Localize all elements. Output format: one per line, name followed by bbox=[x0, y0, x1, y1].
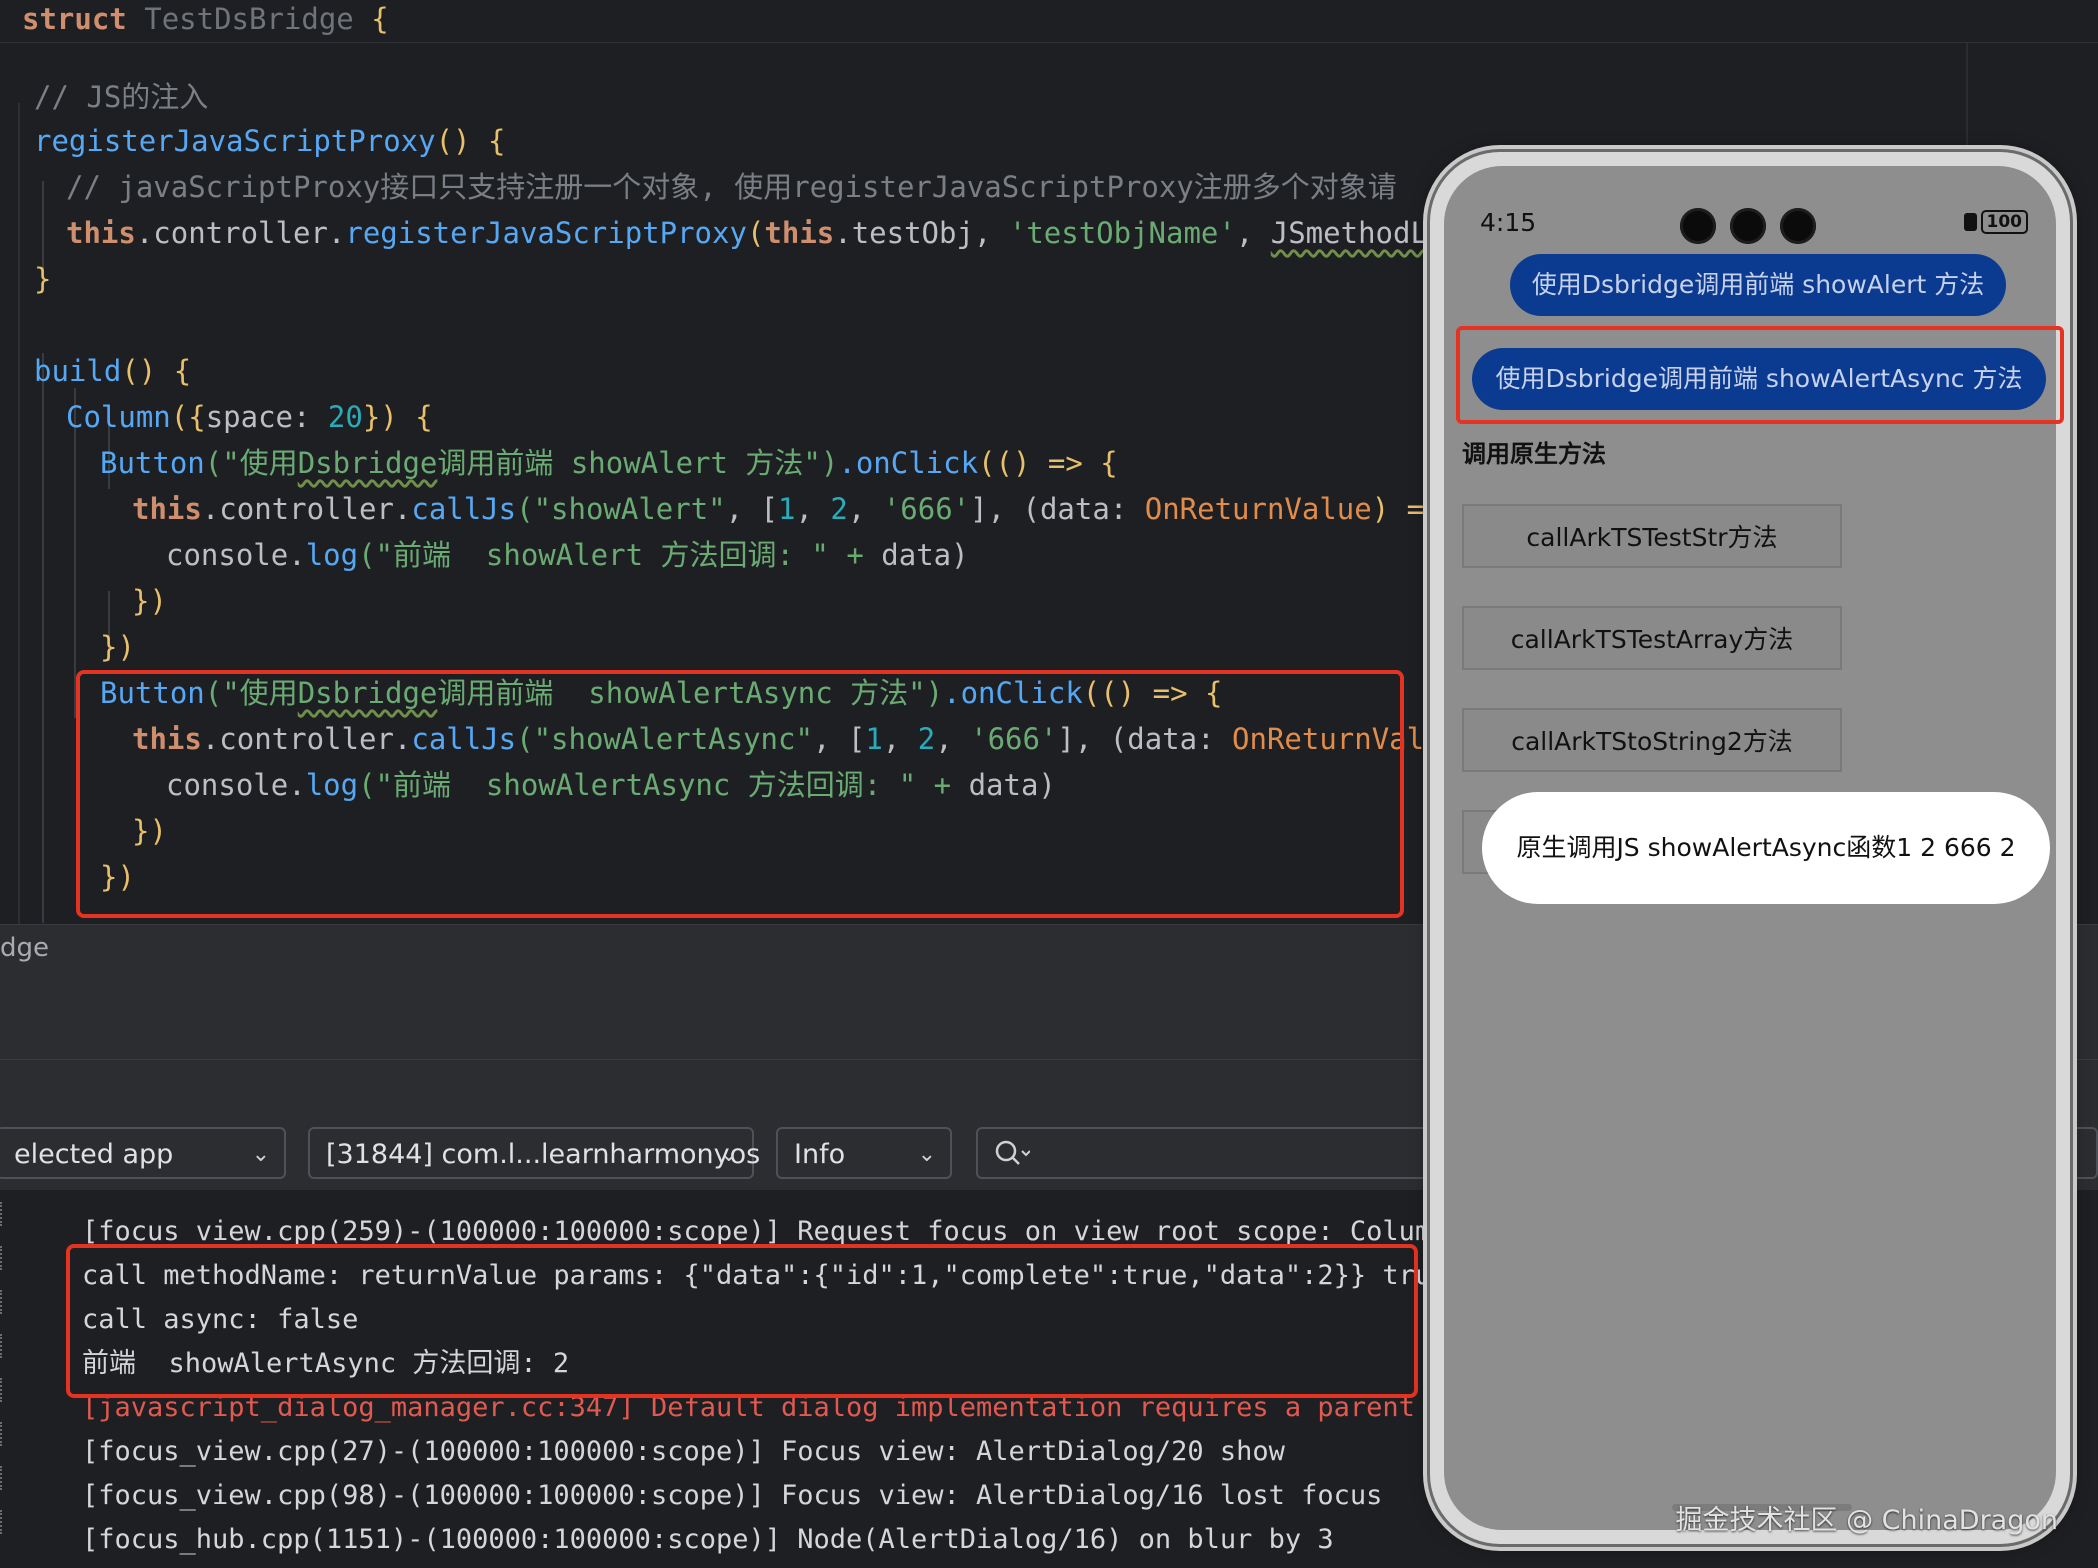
chevron-down-icon: ⌄ bbox=[917, 1142, 936, 1167]
log-line: [focus_view.cpp(98)-(100000:100000:scope… bbox=[82, 1480, 1383, 1511]
breadcrumb-text: dge bbox=[0, 933, 50, 963]
code-line-1: // JS的注入 bbox=[34, 80, 209, 114]
code-highlight-box bbox=[76, 670, 1404, 918]
chevron-down-icon: ⌄ bbox=[251, 1142, 270, 1167]
log-line-marker bbox=[0, 1466, 8, 1490]
camera-icon bbox=[1730, 208, 1766, 244]
code-line-5: } bbox=[34, 262, 52, 296]
show-alert-button[interactable]: 使用Dsbridge调用前端 showAlert 方法 bbox=[1510, 254, 2006, 316]
log-line-marker bbox=[0, 1510, 8, 1534]
code-line-4: this.controller.registerJavaScriptProxy(… bbox=[66, 216, 1515, 250]
struct-declaration: struct TestDsBridge { bbox=[22, 2, 389, 36]
search-icon bbox=[995, 1140, 1030, 1165]
log-line: [focus_view.cpp(27)-(100000:100000:scope… bbox=[82, 1436, 1285, 1467]
indent-guide bbox=[18, 103, 20, 963]
log-line-marker bbox=[0, 1334, 8, 1358]
call-arkts-test-array-button[interactable]: callArkTSTestArray方法 bbox=[1462, 606, 1842, 670]
call-arkts-to-string-button[interactable]: callArkTStoString2方法 bbox=[1462, 708, 1842, 772]
button-highlight-box bbox=[1456, 326, 2064, 424]
code-line-7: build() { bbox=[34, 354, 192, 388]
chevron-down-icon: ⌄ bbox=[719, 1142, 738, 1167]
camera-icon bbox=[1680, 208, 1716, 244]
log-line-marker bbox=[0, 1378, 8, 1402]
code-line-9: Button("使用Dsbridge调用前端 showAlert 方法").on… bbox=[100, 446, 1118, 480]
camera-icon bbox=[1780, 208, 1816, 244]
app-selector-dropdown[interactable]: elected app ⌄ bbox=[0, 1127, 286, 1179]
battery-icon: 100 bbox=[1980, 210, 2028, 234]
code-line-12: }) bbox=[132, 584, 167, 618]
code-line-8: Column({space: 20}) { bbox=[66, 400, 433, 434]
code-line-10: this.controller.callJs("showAlert", [1, … bbox=[132, 492, 1477, 526]
section-title: 调用原生方法 bbox=[1462, 440, 1606, 468]
watermark: 掘金技术社区 @ ChinaDragon bbox=[1675, 1505, 2059, 1536]
log-line-marker bbox=[0, 1290, 8, 1314]
editor-sticky-header: struct TestDsBridge { bbox=[0, 0, 2098, 43]
battery-indicator: 100 bbox=[1963, 210, 2028, 234]
status-time: 4:15 bbox=[1480, 208, 1537, 237]
code-line-2: registerJavaScriptProxy() { bbox=[34, 124, 506, 158]
sim-icon bbox=[1963, 213, 1977, 231]
log-line: [focus_hub.cpp(1151)-(100000:100000:scop… bbox=[82, 1524, 1334, 1555]
toast-message: 原生调用JS showAlertAsync函数1 2 666 2 bbox=[1482, 792, 2050, 904]
code-line-11: console.log("前端 showAlert 方法回调: " + data… bbox=[166, 538, 969, 572]
log-line-marker bbox=[0, 1202, 8, 1226]
log-line-marker bbox=[0, 1246, 8, 1270]
log-highlight-box bbox=[66, 1244, 1418, 1398]
process-selector-dropdown[interactable]: [31844] com.l...learnharmonyos ⌄ bbox=[308, 1127, 760, 1179]
log-line-marker bbox=[0, 1422, 8, 1446]
indent-guide bbox=[42, 353, 44, 923]
call-arkts-test-str-button[interactable]: callArkTSTestStr方法 bbox=[1462, 504, 1842, 568]
log-level-dropdown[interactable]: Info ⌄ bbox=[776, 1127, 952, 1179]
code-line-13: }) bbox=[100, 630, 135, 664]
code-line-3: // javaScriptProxy接口只支持注册一个对象, 使用registe… bbox=[66, 170, 1397, 204]
